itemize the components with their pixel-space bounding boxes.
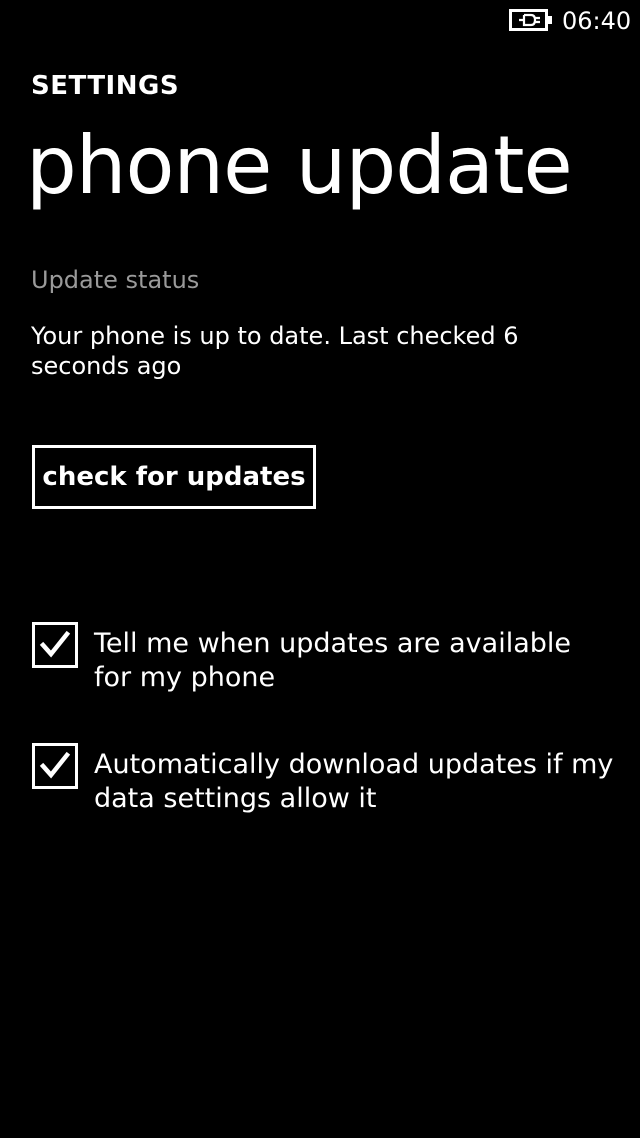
update-status-label: Update status xyxy=(31,266,200,294)
status-bar: 06:40 xyxy=(0,0,640,44)
checkmark-icon xyxy=(39,630,71,658)
checkmark-icon xyxy=(39,751,71,779)
page-title: phone update xyxy=(26,119,573,212)
notify-updates-option[interactable]: Tell me when updates are available for m… xyxy=(32,622,622,695)
auto-download-label: Automatically download updates if my dat… xyxy=(94,749,614,814)
notify-updates-label: Tell me when updates are available for m… xyxy=(94,628,571,693)
clock: 06:40 xyxy=(562,7,632,35)
app-title: SETTINGS xyxy=(31,71,180,101)
check-for-updates-button[interactable]: check for updates xyxy=(32,445,316,509)
notify-updates-checkbox[interactable] xyxy=(32,622,78,668)
update-status-message: Your phone is up to date. Last checked 6… xyxy=(31,322,519,380)
battery-charging-icon xyxy=(509,9,552,31)
auto-download-checkbox[interactable] xyxy=(32,743,78,789)
auto-download-option[interactable]: Automatically download updates if my dat… xyxy=(32,743,622,816)
